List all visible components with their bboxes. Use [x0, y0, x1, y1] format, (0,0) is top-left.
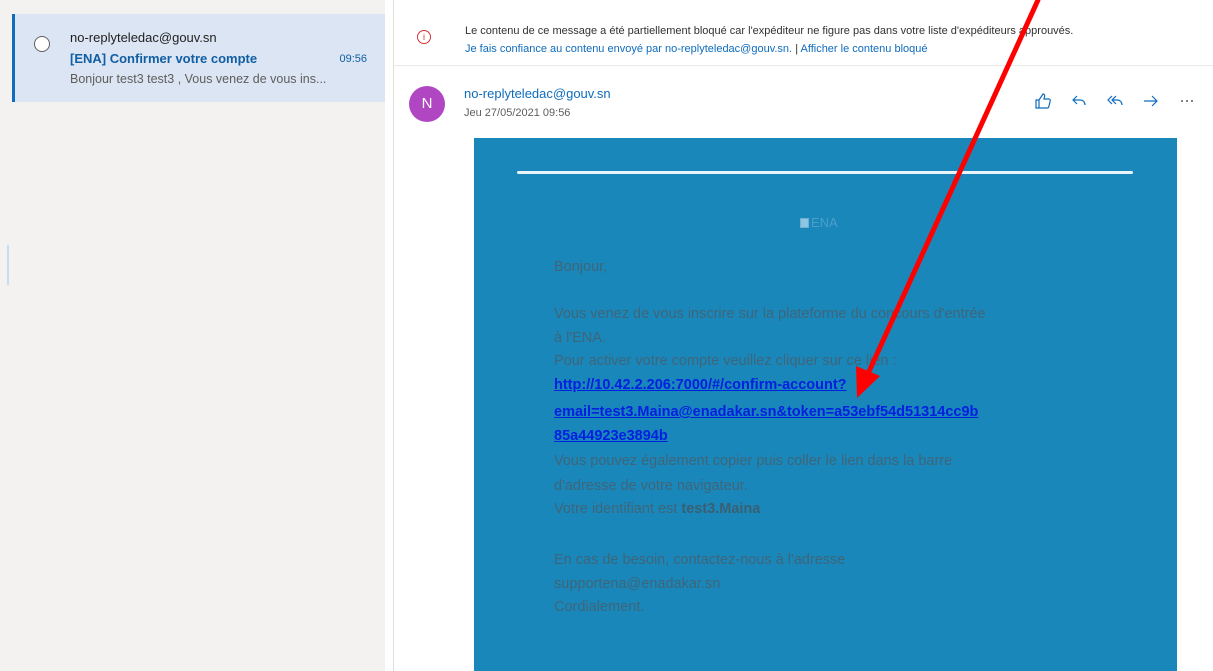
email-body: ENA Bonjour, Vous venez de vous inscrire… [474, 138, 1177, 671]
message-date: Jeu 27/05/2021 09:56 [464, 107, 571, 119]
message-time: 09:56 [339, 53, 367, 65]
broken-image-icon [800, 218, 809, 228]
body-text-line: à l'ENA. [554, 330, 606, 346]
logo-alt-text: ENA [811, 215, 838, 230]
body-text-line: Pour activer votre compte veuillez cliqu… [554, 353, 897, 369]
info-icon: i [417, 30, 431, 44]
message-sender: no-replyteledac@gouv.sn [70, 30, 217, 45]
avatar[interactable]: N [409, 86, 445, 122]
identifier-value: test3.Maina [681, 501, 761, 517]
info-links: Je fais confiance au contenu envoyé par … [465, 43, 928, 55]
body-text-line: En cas de besoin, contactez-nous à l'adr… [554, 552, 846, 568]
confirm-account-link[interactable]: 85a44923e3894b [554, 428, 668, 444]
body-text-line: Vous pouvez également copier puis coller… [554, 453, 953, 469]
message-actions [1032, 92, 1198, 114]
greeting: Bonjour, [554, 259, 608, 275]
message-preview: Bonjour test3 test3 , Vous venez de vous… [70, 72, 327, 86]
like-icon[interactable] [1032, 92, 1054, 114]
confirm-account-link[interactable]: http://10.42.2.206:7000/#/confirm-accoun… [554, 377, 847, 393]
scrollbar[interactable] [7, 245, 9, 285]
select-radio[interactable] [34, 36, 50, 52]
reply-all-icon[interactable] [1104, 92, 1126, 114]
link-separator: | [795, 43, 799, 55]
trust-sender-link[interactable]: Je fais confiance au contenu envoyé par … [465, 43, 792, 55]
message-list-item[interactable]: no-replyteledac@gouv.sn [ENA] Confirmer … [12, 14, 385, 102]
body-text-line: Vous venez de vous inscrire sur la plate… [554, 306, 986, 322]
more-icon[interactable] [1176, 92, 1198, 114]
show-blocked-content-link[interactable]: Afficher le contenu bloqué [801, 43, 928, 55]
reply-icon[interactable] [1068, 92, 1090, 114]
message-subject: [ENA] Confirmer votre compte [70, 51, 258, 66]
reading-pane: i Le contenu de ce message a été partiel… [394, 0, 1213, 671]
support-email[interactable]: supportena@enadakar.sn [554, 576, 720, 592]
body-text-line: d'adresse de votre navigateur. [554, 478, 748, 494]
closing: Cordialement. [554, 599, 645, 615]
blocked-content-message: Le contenu de ce message a été partielle… [465, 25, 1074, 37]
identifier-line: Votre identifiant est test3.Maina [554, 501, 760, 517]
message-list-pane: no-replyteledac@gouv.sn [ENA] Confirmer … [0, 0, 385, 671]
blocked-content-info-bar: i Le contenu de ce message a été partiel… [394, 16, 1213, 66]
logo-image: ENA [800, 215, 838, 230]
divider-line [517, 171, 1133, 174]
confirm-account-link[interactable]: email=test3.Maina@enadakar.sn&token=a53e… [554, 404, 978, 420]
identifier-label: Votre identifiant est [554, 501, 678, 517]
forward-icon[interactable] [1140, 92, 1162, 114]
sender-address[interactable]: no-replyteledac@gouv.sn [464, 86, 611, 101]
